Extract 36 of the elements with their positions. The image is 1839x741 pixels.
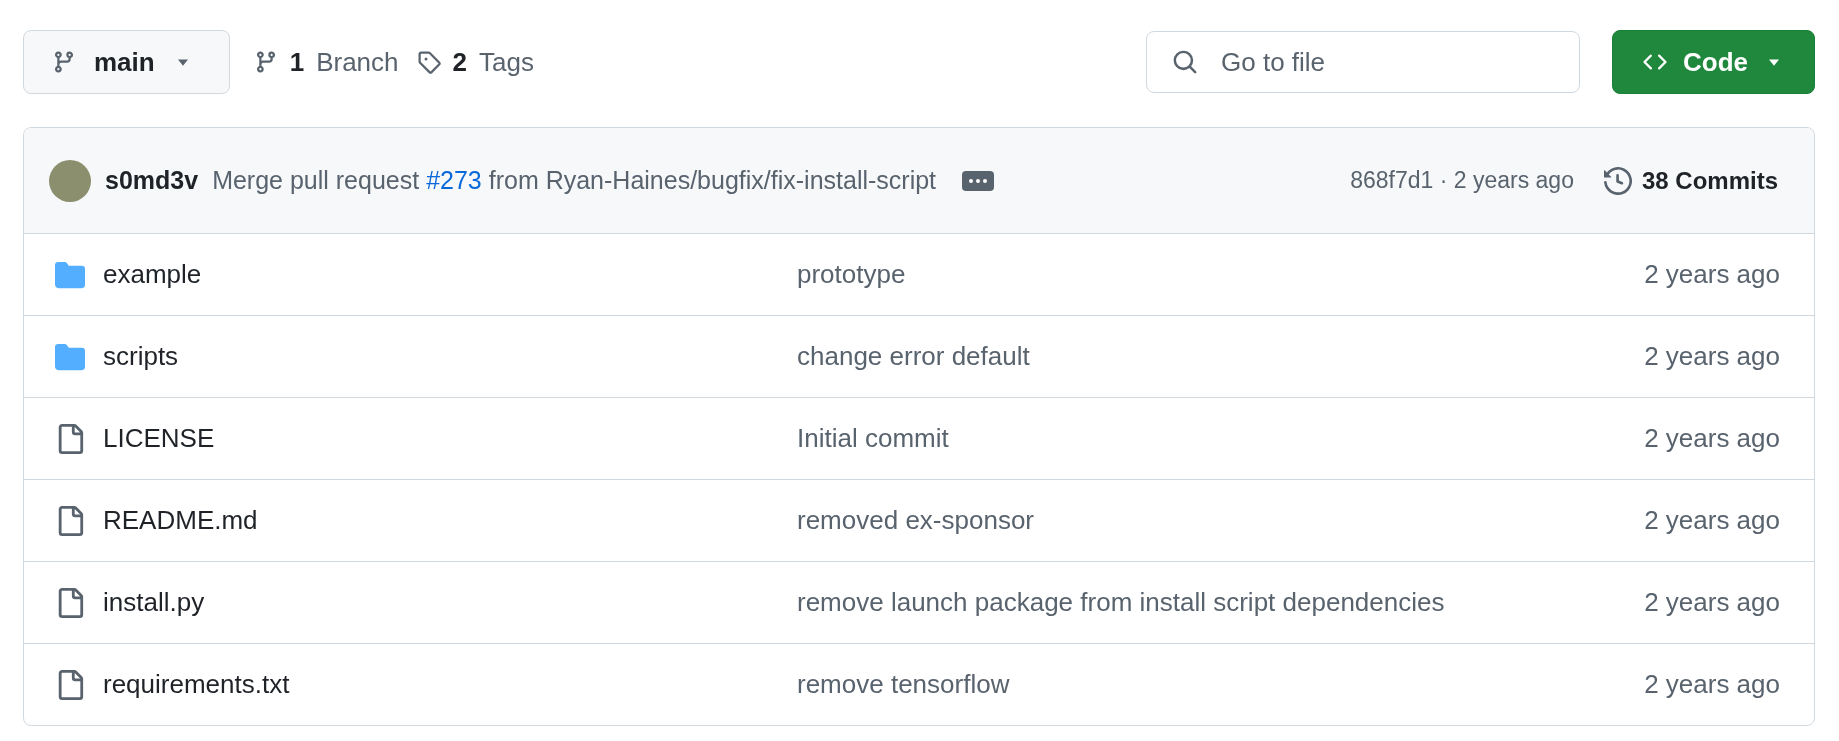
commit-time: 2 years ago (1644, 505, 1780, 536)
pull-request-link[interactable]: #273 (426, 166, 482, 194)
commit-message-link[interactable]: remove tensorflow (797, 669, 1010, 699)
more-button[interactable] (962, 170, 995, 191)
folder-icon (55, 259, 85, 290)
commit-time: 2 years ago (1644, 669, 1780, 700)
history-icon (1603, 166, 1632, 195)
avatar (49, 159, 91, 202)
commit-message-link[interactable]: Initial commit (797, 423, 949, 453)
commit-message-link[interactable]: removed ex-sponsor (797, 505, 1034, 535)
commit-hash-time: 868f7d1 · 2 years ago (1350, 167, 1574, 194)
file-link[interactable]: requirements.txt (103, 669, 290, 700)
commits-link[interactable]: 38 Commits (1603, 166, 1778, 195)
commit-message-link[interactable]: remove launch package from install script dependencies (797, 587, 1445, 617)
code-button[interactable]: Code (1612, 30, 1815, 94)
folder-icon (55, 341, 85, 372)
commit-time: 2 years ago (1644, 259, 1780, 290)
commit-author[interactable]: s0md3v (105, 166, 199, 195)
commit-time: 2 years ago (1644, 423, 1780, 454)
file-link[interactable]: install.py (103, 587, 205, 618)
tags-link[interactable]: 2 Tags (416, 46, 534, 78)
commit-message-link[interactable]: change error default (797, 341, 1030, 371)
branches-link[interactable]: 1 Branch (253, 46, 399, 78)
commit-message-link[interactable]: prototype (797, 259, 906, 289)
commit-time: 2 years ago (1644, 587, 1780, 618)
folder-link[interactable]: scripts (103, 341, 179, 372)
folder-link[interactable]: example (103, 259, 202, 290)
commit-message: Merge pull request #273 from Ryan-Haines/bugfix/fix-install-script (212, 166, 937, 195)
branch-icon (52, 50, 76, 74)
branch-select-button[interactable]: main (23, 30, 230, 94)
tag-icon (416, 50, 441, 74)
file-link[interactable]: README.md (103, 505, 258, 536)
go-to-file-field[interactable]: Go to file (1146, 31, 1580, 93)
commit-time: 2 years ago (1644, 341, 1780, 372)
file-link[interactable]: LICENSE (103, 423, 215, 454)
search-icon (1172, 49, 1198, 75)
